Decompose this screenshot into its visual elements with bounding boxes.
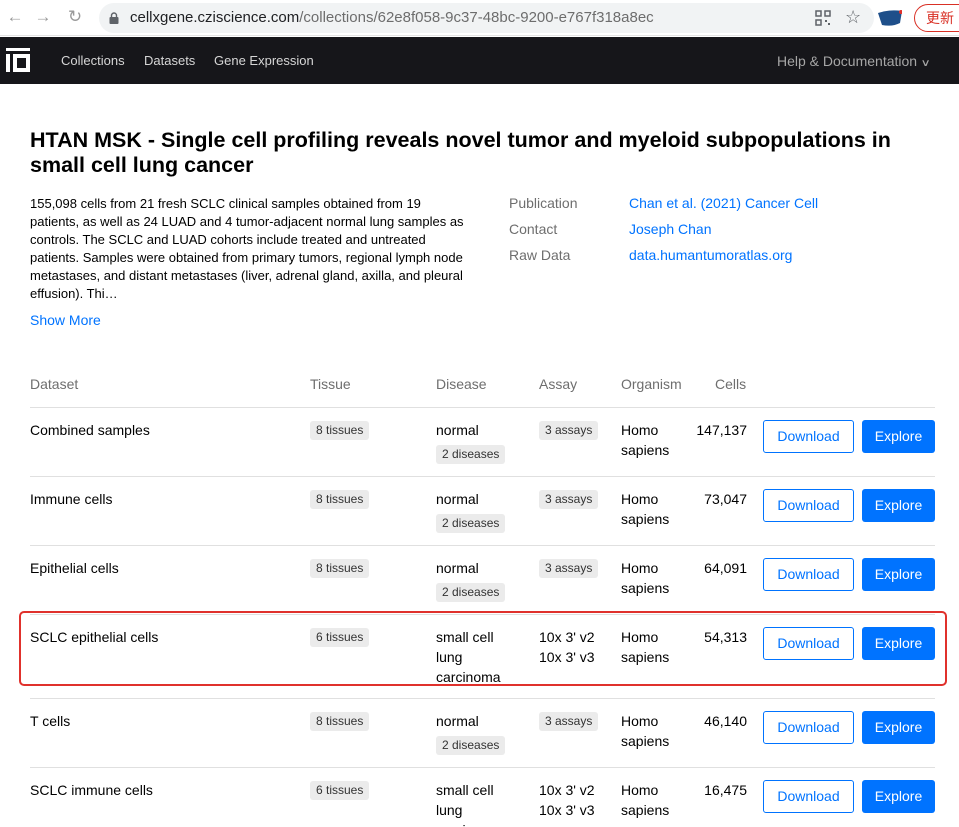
explore-button[interactable]: Explore bbox=[862, 558, 935, 591]
bookmark-star-icon[interactable]: ☆ bbox=[845, 7, 861, 28]
app-header: Collections Datasets Gene Expression Hel… bbox=[0, 37, 959, 84]
raw-data-link[interactable]: data.humantumoratlas.org bbox=[629, 247, 792, 263]
cell-count: 73,047 bbox=[704, 491, 747, 507]
column-header-assay: Assay bbox=[539, 376, 578, 392]
disease-text: normal bbox=[436, 491, 479, 507]
download-button[interactable]: Download bbox=[763, 489, 854, 522]
organism-text: Homo sapiens bbox=[621, 782, 670, 818]
disease-tag[interactable]: 2 diseases bbox=[436, 736, 506, 755]
nav-datasets[interactable]: Datasets bbox=[144, 53, 195, 68]
tissue-tag[interactable]: 8 tissues bbox=[310, 559, 370, 578]
cellxgene-logo-icon[interactable] bbox=[6, 48, 30, 72]
dataset-name: Immune cells bbox=[30, 491, 113, 507]
nav-collections[interactable]: Collections bbox=[61, 53, 125, 68]
download-button[interactable]: Download bbox=[763, 558, 854, 591]
address-bar[interactable]: cellxgene.cziscience.com/collections/62e… bbox=[99, 3, 874, 33]
help-documentation-menu[interactable]: Help & Documentation ∨ bbox=[777, 53, 931, 69]
disease-text: normal bbox=[436, 713, 479, 729]
url-text: cellxgene.cziscience.com/collections/62e… bbox=[130, 9, 654, 26]
assay-tag[interactable]: 3 assays bbox=[539, 421, 599, 440]
qr-code-icon[interactable] bbox=[815, 10, 831, 26]
table-divider bbox=[30, 407, 935, 408]
cell-count: 147,137 bbox=[696, 422, 747, 438]
highlight-box bbox=[19, 611, 947, 686]
cell-count: 16,475 bbox=[704, 782, 747, 798]
disease-tag[interactable]: 2 diseases bbox=[436, 514, 506, 533]
assay-tag[interactable]: 3 assays bbox=[539, 559, 599, 578]
organism-text: Homo sapiens bbox=[621, 713, 670, 749]
assay-text: 10x 3' v3 bbox=[539, 802, 595, 818]
organism-text: Homo sapiens bbox=[621, 560, 670, 596]
disease-text: normal bbox=[436, 560, 479, 576]
assay-text: 10x 3' v2 bbox=[539, 782, 595, 798]
explore-button[interactable]: Explore bbox=[862, 780, 935, 813]
tissue-tag[interactable]: 8 tissues bbox=[310, 490, 370, 509]
contact-label: Contact bbox=[509, 221, 558, 237]
download-button[interactable]: Download bbox=[763, 420, 854, 453]
dataset-name: SCLC immune cells bbox=[30, 782, 153, 798]
organism-text: Homo sapiens bbox=[621, 491, 670, 527]
dataset-name: Combined samples bbox=[30, 422, 150, 438]
collection-description: 155,098 cells from 21 fresh SCLC clinica… bbox=[30, 196, 464, 301]
reload-icon[interactable]: ↻ bbox=[64, 6, 86, 28]
tissue-tag[interactable]: 8 tissues bbox=[310, 712, 370, 731]
publication-label: Publication bbox=[509, 195, 578, 211]
row-divider bbox=[30, 698, 935, 699]
assay-tag[interactable]: 3 assays bbox=[539, 490, 599, 509]
show-more-link[interactable]: Show More bbox=[30, 312, 101, 328]
explore-button[interactable]: Explore bbox=[862, 711, 935, 744]
organism-text: Homo sapiens bbox=[621, 422, 670, 458]
update-button[interactable]: 更新 bbox=[914, 4, 959, 32]
disease-tag[interactable]: 2 diseases bbox=[436, 445, 506, 464]
row-divider bbox=[30, 476, 935, 477]
column-header-cells: Cells bbox=[715, 376, 747, 392]
raw-data-label: Raw Data bbox=[509, 247, 571, 263]
publication-link[interactable]: Chan et al. (2021) Cancer Cell bbox=[629, 195, 818, 211]
contact-link[interactable]: Joseph Chan bbox=[629, 221, 712, 237]
column-header-disease: Disease bbox=[436, 376, 487, 392]
forward-icon[interactable]: → bbox=[32, 6, 54, 28]
cell-count: 46,140 bbox=[704, 713, 747, 729]
row-divider bbox=[30, 545, 935, 546]
collection-title: HTAN MSK - Single cell profiling reveals… bbox=[30, 128, 891, 177]
column-header-tissue: Tissue bbox=[310, 376, 351, 392]
explore-button[interactable]: Explore bbox=[862, 420, 935, 453]
profile-icon[interactable] bbox=[878, 9, 902, 27]
tissue-tag[interactable]: 6 tissues bbox=[310, 781, 370, 800]
column-header-organism: Organism bbox=[621, 376, 682, 392]
row-divider bbox=[30, 767, 935, 768]
assay-tag[interactable]: 3 assays bbox=[539, 712, 599, 731]
tissue-tag[interactable]: 8 tissues bbox=[310, 421, 370, 440]
disease-tag[interactable]: 2 diseases bbox=[436, 583, 506, 602]
help-label: Help & Documentation bbox=[777, 53, 918, 69]
nav-gene-expression[interactable]: Gene Expression bbox=[214, 53, 314, 68]
dataset-name: T cells bbox=[30, 713, 71, 729]
back-icon[interactable]: ← bbox=[4, 6, 26, 28]
chevron-down-icon: ∨ bbox=[920, 58, 931, 69]
explore-button[interactable]: Explore bbox=[862, 489, 935, 522]
download-button[interactable]: Download bbox=[763, 711, 854, 744]
disease-text: normal bbox=[436, 422, 479, 438]
lock-icon bbox=[109, 12, 119, 24]
column-header-dataset: Dataset bbox=[30, 376, 79, 392]
download-button[interactable]: Download bbox=[763, 780, 854, 813]
browser-toolbar: ← → ↻ cellxgene.cziscience.com/collectio… bbox=[0, 0, 959, 36]
cell-count: 64,091 bbox=[704, 560, 747, 576]
disease-text: small cell lung carcinoma bbox=[436, 782, 501, 827]
dataset-name: Epithelial cells bbox=[30, 560, 119, 576]
